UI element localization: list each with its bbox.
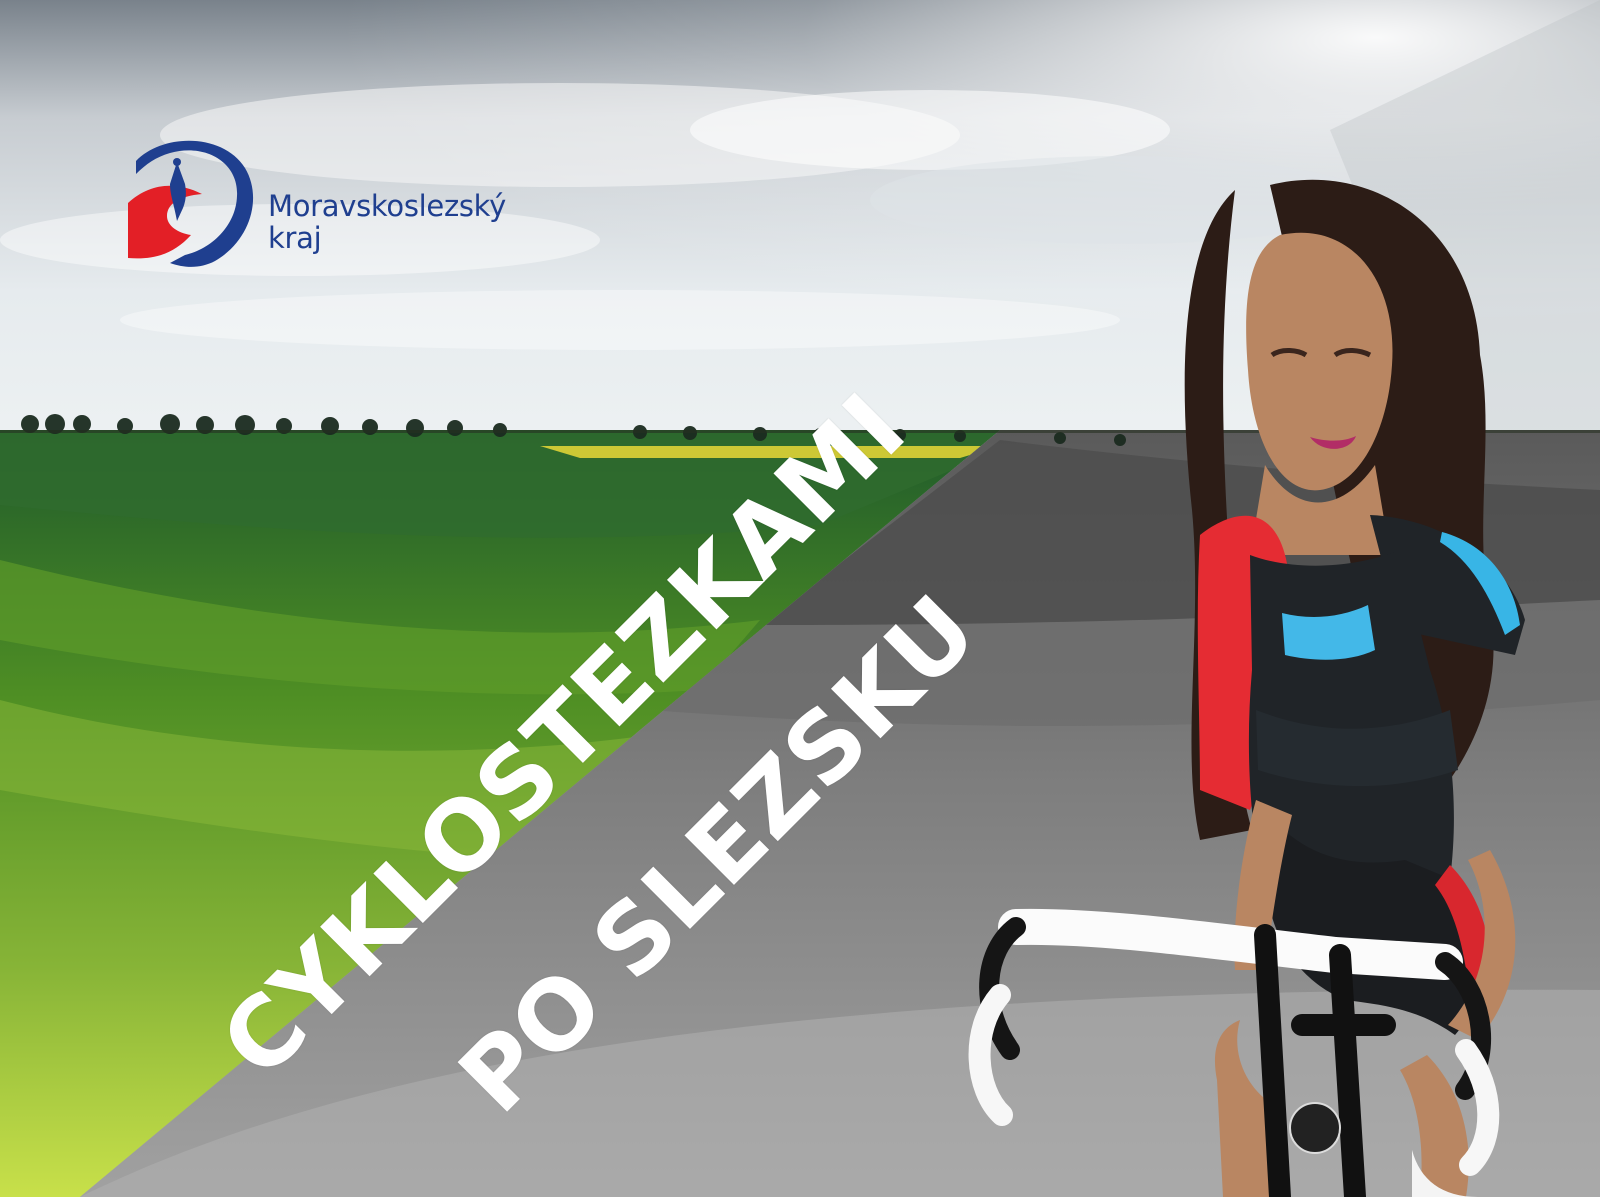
cyclist-with-road-bike — [968, 179, 1525, 1197]
regional-logo-icon — [128, 140, 254, 267]
region-logo: Moravskoslezský kraj — [118, 138, 538, 268]
region-name-line-2: kraj — [268, 221, 322, 255]
region-name-line-1: Moravskoslezský — [268, 189, 506, 223]
region-name: Moravskoslezský kraj — [268, 190, 506, 254]
